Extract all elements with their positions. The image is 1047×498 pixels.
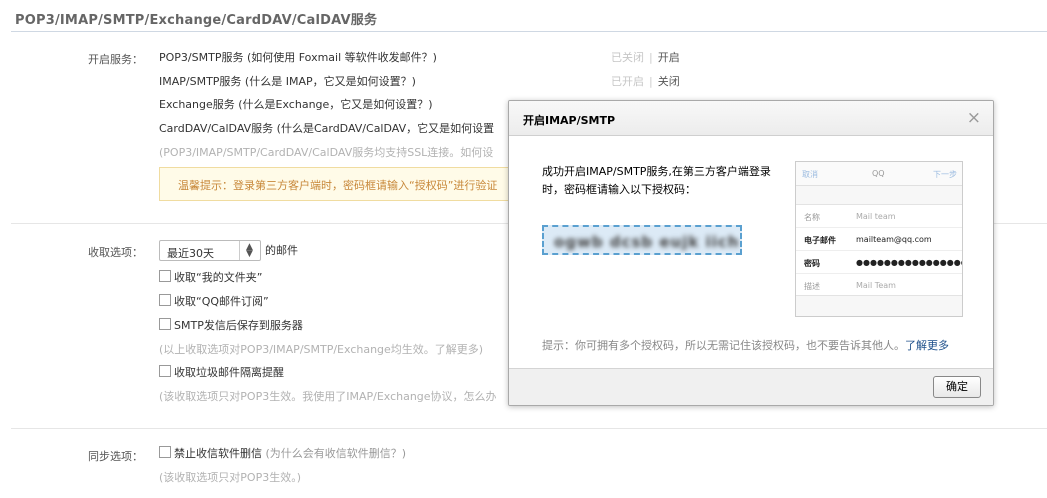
title-divider xyxy=(11,31,1047,32)
checkbox-label-spam: 收取垃圾邮件隔离提醒 xyxy=(174,366,284,379)
learn-more-link[interactable]: 了解更多 xyxy=(905,339,949,352)
dialog-hint: 提示：你可拥有多个授权码，所以无需记住该授权码，也不要告诉其他人。了解更多 xyxy=(542,337,949,353)
phone-settings-illustration: 取消 QQ 下一步 名称 Mail team 电子邮件 mailteam@qq.… xyxy=(795,161,963,317)
status-separator: | xyxy=(649,51,653,64)
period-suffix: 的邮件 xyxy=(265,244,298,257)
select-divider xyxy=(239,241,240,260)
phone-row: 名称 Mail team xyxy=(796,205,962,228)
phone-cancel: 取消 xyxy=(802,170,818,179)
imap-dialog: 开启IMAP/SMTP × 成功开启IMAP/SMTP服务,在第三方客户端登录时… xyxy=(508,100,994,406)
checkbox-save-sent[interactable] xyxy=(159,318,171,330)
phone-row-key: 电子邮件 xyxy=(804,236,836,245)
service-row-pop3[interactable]: POP3/SMTP服务 (如何使用 Foxmail 等软件收发邮件？) xyxy=(159,49,437,65)
phone-row-key: 描述 xyxy=(804,282,820,291)
auth-code-box: ogwb dcsb eujk iich xyxy=(542,225,742,255)
checkbox-qq-subscription[interactable] xyxy=(159,294,171,306)
close-icon[interactable]: × xyxy=(967,108,981,128)
phone-next: 下一步 xyxy=(933,170,957,179)
dialog-footer: 确定 xyxy=(509,368,993,405)
checkbox-label-no-delete: 禁止收信软件删信 (为什么会有收信软件删信？) xyxy=(174,445,406,461)
status-separator: | xyxy=(649,75,653,88)
phone-nav-bar: 取消 QQ 下一步 xyxy=(796,162,962,186)
section-title: POP3/IMAP/SMTP/Exchange/CardDAV/CalDAV服务 xyxy=(15,13,378,28)
phone-title: QQ xyxy=(872,169,885,178)
receive-note-1: (以上收取选项对POP3/IMAP/SMTP/Exchange均生效。了解更多) xyxy=(159,343,484,356)
no-delete-hint[interactable]: (为什么会有收信软件删信？) xyxy=(266,447,407,460)
phone-row-value: ●●●●●●●●●●●●●●●● xyxy=(856,258,963,267)
receive-label: 收取选项： xyxy=(88,246,143,259)
updown-arrows-icon: ▲ ▼ xyxy=(246,242,253,259)
dialog-message: 成功开启IMAP/SMTP服务,在第三方客户端登录时，密码框请输入以下授权码： xyxy=(542,165,771,196)
checkbox-label-save-sent: SMTP发信后保存到服务器 xyxy=(174,319,303,332)
disable-imap-link[interactable]: 关闭 xyxy=(658,75,680,88)
auth-code-tip: 温馨提示：登录第三方客户端时，密码框请输入“授权码”进行验证 xyxy=(159,167,519,201)
service-row-imap[interactable]: IMAP/SMTP服务 (什么是 IMAP，它又是如何设置？) xyxy=(159,73,416,89)
phone-row: 描述 Mail Team xyxy=(796,274,962,297)
period-select[interactable]: 最近30天 ▲ ▼ xyxy=(159,240,261,261)
service-row-exchange[interactable]: Exchange服务 (什么是Exchange，它又是如何设置？) xyxy=(159,96,433,112)
phone-row: 密码 ●●●●●●●●●●●●●●●● xyxy=(796,251,962,274)
status-text: 已关闭 xyxy=(611,51,644,64)
service-status-pop3: 已关闭 | 开启 xyxy=(611,49,680,65)
sync-note: (该收取选项只对POP3生效。) xyxy=(159,471,302,484)
phone-form: 名称 Mail team 电子邮件 mailteam@qq.com 密码 ●●●… xyxy=(796,204,962,296)
checkbox-my-folders[interactable] xyxy=(159,270,171,282)
checkbox-spam[interactable] xyxy=(159,365,171,377)
ok-button[interactable]: 确定 xyxy=(933,376,981,398)
phone-row-value: Mail team xyxy=(856,212,896,221)
ssl-note: (POP3/IMAP/SMTP/CardDAV/CalDAV服务均支持SSL连接… xyxy=(159,146,494,159)
sync-label: 同步选项： xyxy=(88,450,143,463)
dialog-header: 开启IMAP/SMTP × xyxy=(509,101,993,136)
dialog-hint-text: 提示：你可拥有多个授权码，所以无需记住该授权码，也不要告诉其他人。 xyxy=(542,339,905,352)
receive-note-2: (该收取选项只对POP3生效。我使用了IMAP/Exchange协议，怎么办 xyxy=(159,390,497,403)
service-status-imap: 已开启 | 关闭 xyxy=(611,73,680,89)
divider-2 xyxy=(11,428,1047,429)
status-text: 已开启 xyxy=(611,75,644,88)
dialog-title: 开启IMAP/SMTP xyxy=(523,114,616,127)
checkbox-label-qq-subscription: 收取“QQ邮件订阅” xyxy=(174,295,269,308)
phone-row-value: Mail Team xyxy=(856,281,896,290)
phone-row-key: 密码 xyxy=(804,259,820,268)
period-select-value: 最近30天 xyxy=(167,247,214,260)
no-delete-text: 禁止收信软件删信 xyxy=(174,447,262,460)
phone-row-key: 名称 xyxy=(804,213,820,222)
phone-row: 电子邮件 mailteam@qq.com xyxy=(796,228,962,251)
auth-code: ogwb dcsb eujk iich xyxy=(554,233,740,251)
phone-row-value: mailteam@qq.com xyxy=(856,235,932,244)
checkbox-label-my-folders: 收取“我的文件夹” xyxy=(174,271,263,284)
service-row-carddav[interactable]: CardDAV/CalDAV服务 (什么是CardDAV/CalDAV，它又是如… xyxy=(159,120,494,136)
checkbox-no-delete[interactable] xyxy=(159,446,171,458)
enable-pop3-link[interactable]: 开启 xyxy=(658,51,680,64)
services-label: 开启服务： xyxy=(88,53,143,66)
